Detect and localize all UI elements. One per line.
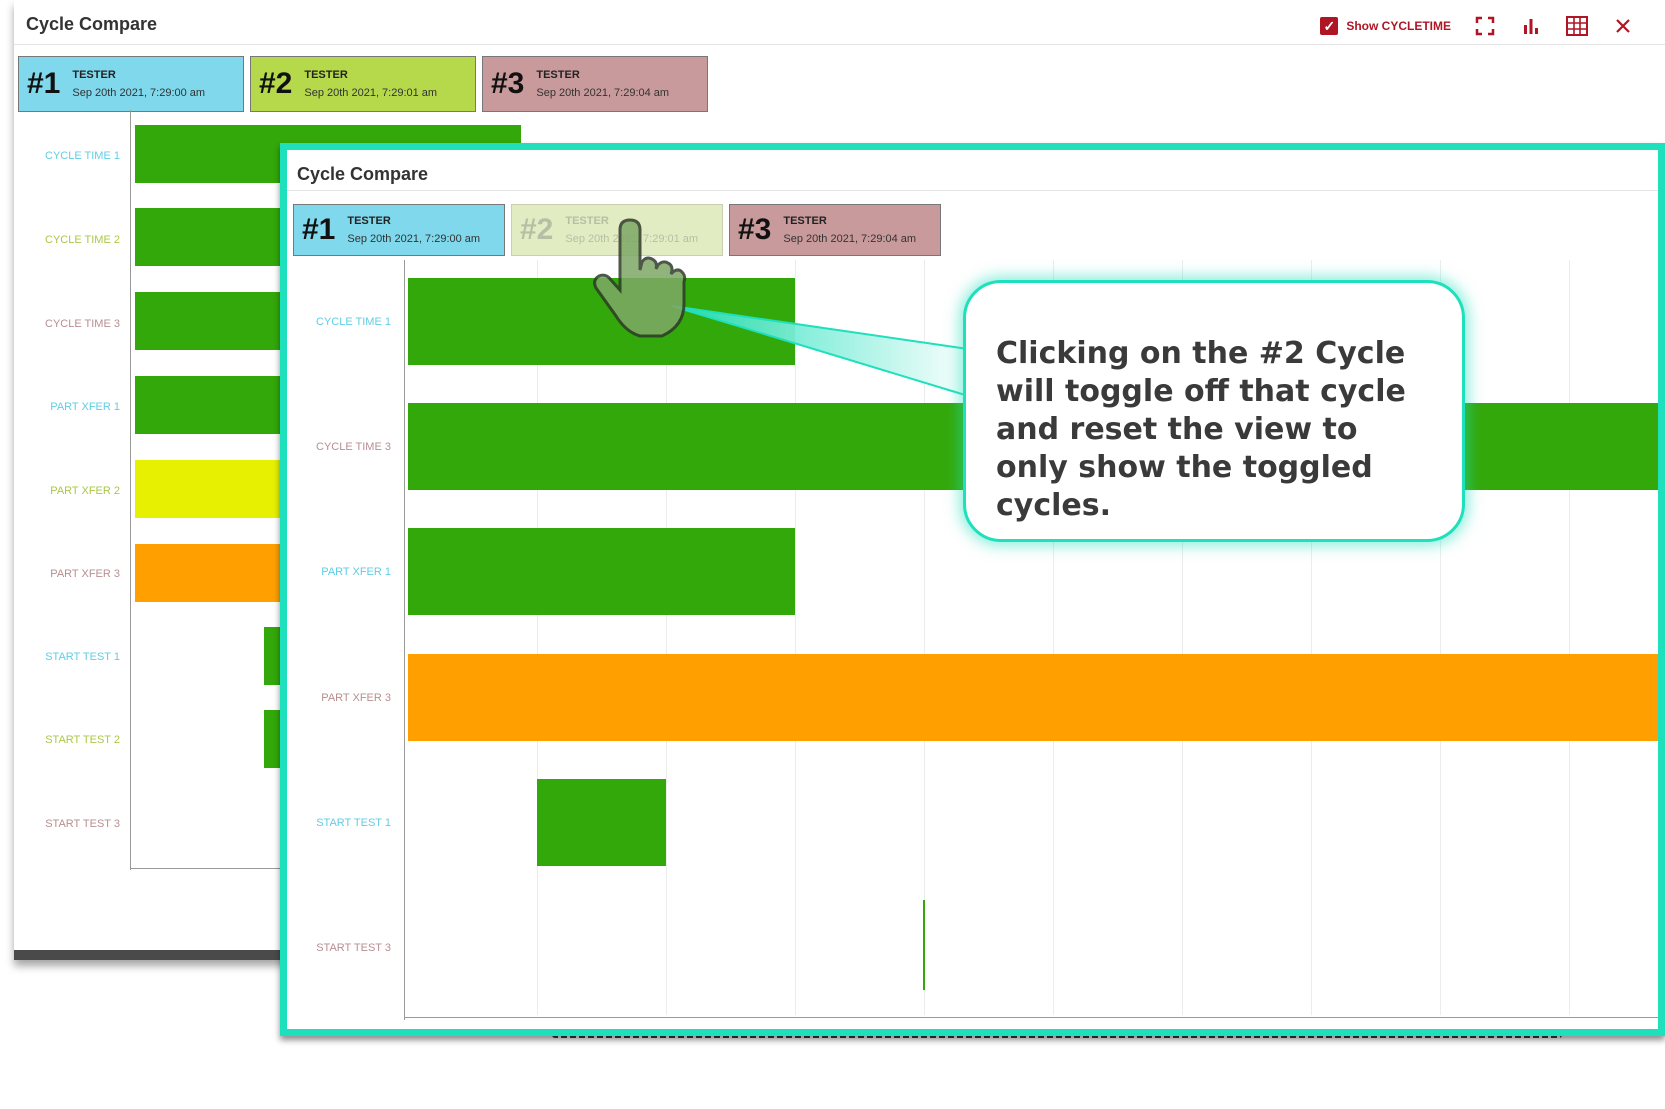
close-icon[interactable] (1611, 14, 1635, 38)
panel-title: Cycle Compare (26, 14, 158, 34)
hand-pointer-icon (588, 212, 688, 342)
cycle-tab-1[interactable]: #1 TESTER Sep 20th 2021, 7:29:00 am (293, 204, 505, 256)
row-label: CYCLE TIME 1 (316, 316, 391, 328)
cycle-user: TESTER (304, 69, 348, 81)
row-label: START TEST 3 (45, 818, 120, 830)
cycle-tab-1[interactable]: #1 TESTER Sep 20th 2021, 7:29:00 am (18, 56, 244, 112)
row-label: START TEST 1 (45, 651, 120, 663)
row-label: START TEST 2 (45, 734, 120, 746)
table-icon[interactable] (1565, 14, 1589, 38)
bar-cycle-time-3 (135, 292, 295, 350)
cycle-date: Sep 20th 2021, 7:29:00 am (72, 87, 206, 99)
header-divider (287, 190, 1658, 191)
show-cycletime-toggle[interactable]: ✓ Show CYCLETIME (1320, 17, 1451, 35)
cycle-number: #3 (491, 67, 525, 100)
row-label: CYCLE TIME 3 (316, 441, 391, 453)
foreground-cycle-compare-panel: Cycle Compare #1 TESTER Sep 20th 2021, 7:… (280, 143, 1665, 1036)
row-label: PART XFER 2 (50, 485, 120, 497)
bar-part-xfer-3 (135, 544, 295, 602)
cycle-user: TESTER (783, 215, 827, 227)
callout-text: Clicking on the #2 Cycle will toggle off… (996, 336, 1406, 523)
cycle-tab-3[interactable]: #3 TESTER Sep 20th 2021, 7:29:04 am (482, 56, 708, 112)
row-label: PART XFER 3 (50, 568, 120, 580)
cycle-number: #2 (520, 213, 554, 246)
bar-chart-icon[interactable] (1519, 14, 1543, 38)
row-label: START TEST 1 (316, 817, 391, 829)
panel-title: Cycle Compare (297, 164, 429, 184)
cycle-number: #2 (259, 67, 293, 100)
row-label: CYCLE TIME 1 (45, 150, 120, 162)
row-label: CYCLE TIME 3 (45, 318, 120, 330)
row-label: START TEST 3 (316, 942, 391, 954)
y-axis (130, 110, 131, 870)
row-label: PART XFER 1 (321, 566, 391, 578)
gridline (795, 260, 796, 1015)
cycle-date: Sep 20th 2021, 7:29:04 am (536, 87, 670, 99)
cycle-date: Sep 20th 2021, 7:29:00 am (347, 233, 481, 245)
bar-part-xfer-1 (408, 528, 795, 615)
row-label: PART XFER 3 (321, 692, 391, 704)
cycle-number: #3 (738, 213, 772, 246)
gridline (537, 260, 538, 1015)
cycle-date: Sep 20th 2021, 7:29:04 am (783, 233, 917, 245)
gridline (666, 260, 667, 1015)
row-label: PART XFER 1 (50, 401, 120, 413)
cycle-tab-3[interactable]: #3 TESTER Sep 20th 2021, 7:29:04 am (729, 204, 941, 256)
x-axis (404, 1017, 1658, 1018)
cycle-user: TESTER (72, 69, 116, 81)
checkbox-checked-icon[interactable]: ✓ (1320, 17, 1339, 35)
header-divider (14, 44, 1665, 45)
bar-start-test-3 (923, 900, 925, 990)
bar-cycle-time-2 (135, 208, 295, 266)
y-axis (404, 260, 405, 1020)
callout-bubble: Clicking on the #2 Cycle will toggle off… (963, 280, 1465, 542)
cycle-tab-2[interactable]: #2 TESTER Sep 20th 2021, 7:29:01 am (250, 56, 476, 112)
gridline (1569, 260, 1570, 1015)
cycle-tab-bar: #1 TESTER Sep 20th 2021, 7:29:00 am #2 TE… (18, 56, 708, 112)
bar-part-xfer-3 (408, 654, 1658, 741)
cycle-user: TESTER (347, 215, 391, 227)
cycle-user: TESTER (536, 69, 580, 81)
row-label: CYCLE TIME 2 (45, 234, 120, 246)
cycle-date: Sep 20th 2021, 7:29:01 am (304, 87, 438, 99)
panel-toolbar: ✓ Show CYCLETIME (1320, 14, 1635, 38)
cycle-number: #1 (27, 67, 61, 100)
cycle-number: #1 (302, 213, 336, 246)
bar-part-xfer-2 (135, 460, 295, 518)
bar-part-xfer-1 (135, 376, 295, 434)
bar-start-test-1 (537, 779, 666, 866)
fullscreen-icon[interactable] (1473, 14, 1497, 38)
show-cycletime-label: Show CYCLETIME (1346, 19, 1451, 33)
